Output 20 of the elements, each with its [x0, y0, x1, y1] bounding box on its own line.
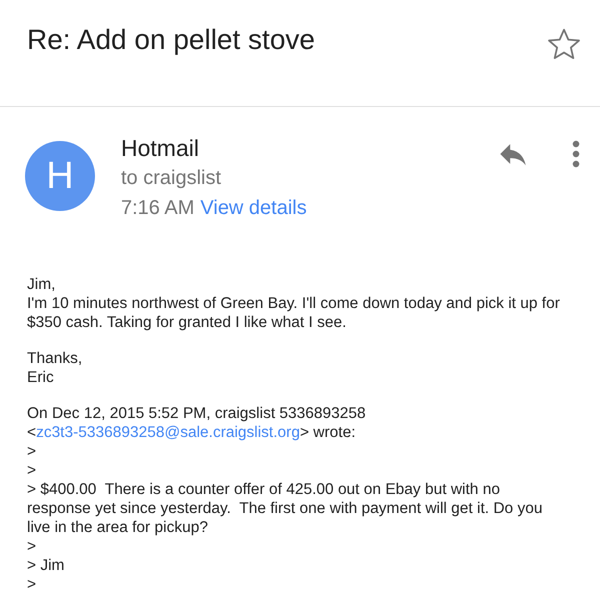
message-line: Eric	[27, 368, 55, 387]
quoted-line: > Jim	[27, 556, 66, 576]
sender-avatar: H	[25, 141, 95, 211]
quoted-line: >	[27, 461, 38, 480]
sent-time: 7:16 AM	[121, 196, 194, 221]
email-subject: Re: Add on pellet stove	[27, 23, 315, 57]
quoted-line: >	[27, 442, 38, 462]
recipient-text: to craigslist	[121, 166, 222, 191]
view-details-link[interactable]: View details	[200, 193, 307, 223]
message-line: I'm 10 minutes northwest of Green Bay. I'll come down today and pick it up for $350 cash. Taking for granted I like what I see.	[27, 294, 560, 332]
message-line: Thanks,	[27, 349, 84, 368]
message-line: Jim,	[27, 275, 56, 294]
star-icon[interactable]	[546, 26, 582, 62]
quoted-line: >	[27, 575, 38, 593]
quote-attribution: On Dec 12, 2015 5:52 PM, craigslist 5336893258 <zc3t3-5336893258@sale.craigslist.org> wrote:	[27, 404, 367, 442]
more-options-icon[interactable]	[572, 139, 580, 169]
quoted-line: >	[27, 537, 38, 556]
email-link[interactable]: zc3t3-5336893258@sale.craigslist.org	[36, 424, 300, 441]
sender-name: Hotmail	[121, 134, 200, 163]
quoted-line: > $400.00 There is a counter offer of 425.00 out on Ebay but with no response yet since yesterday. The first one with payment will get it. Do you live in the area for pickup?	[27, 480, 544, 538]
